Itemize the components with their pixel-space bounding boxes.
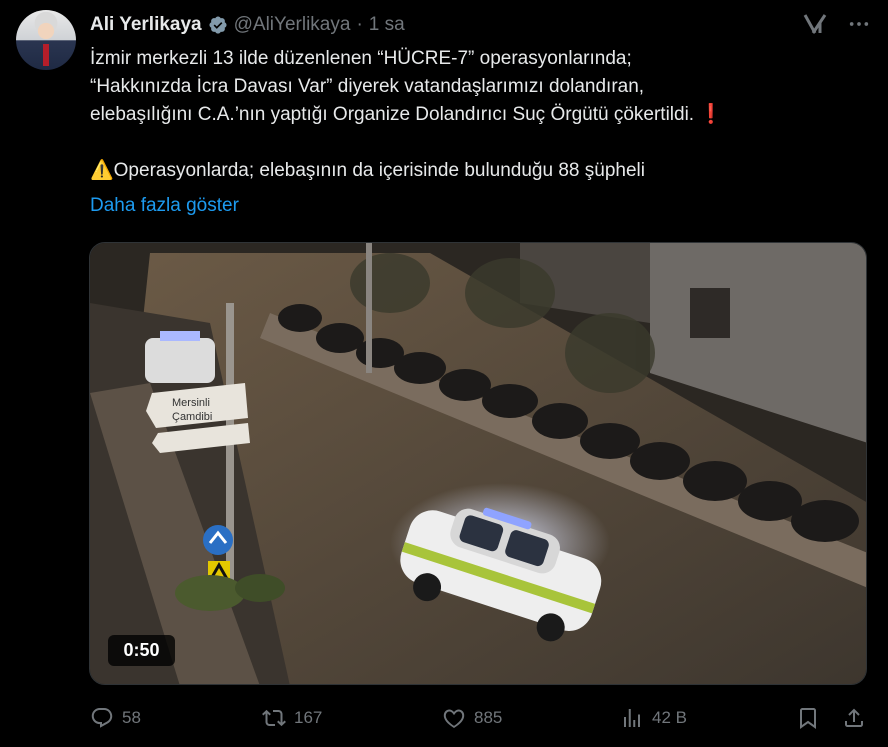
reply-button[interactable]: 58 — [90, 706, 141, 730]
views-count: 42 B — [652, 708, 687, 727]
repost-icon — [262, 709, 286, 727]
show-more-link[interactable]: Daha fazla göster — [90, 195, 239, 217]
tweet-line: elebaşılığını C.A.’nın yaptığı Organize … — [90, 104, 724, 125]
tweet-line: İzmir merkezli 13 ilde düzenlenen “HÜCRE… — [90, 48, 632, 69]
top-actions — [802, 12, 870, 36]
share-button[interactable] — [842, 706, 866, 730]
tweet-header: Ali Yerlikaya @AliYerlikaya · 1 sa — [90, 12, 405, 38]
views-icon — [624, 709, 640, 727]
share-icon — [845, 708, 863, 727]
author-handle[interactable]: @AliYerlikaya — [234, 14, 351, 36]
like-count: 885 — [474, 708, 503, 727]
more-options-icon[interactable] — [848, 13, 870, 35]
reply-count: 58 — [122, 708, 141, 727]
bookmark-icon — [800, 708, 816, 729]
grok-icon[interactable] — [802, 12, 828, 36]
like-icon — [443, 709, 465, 729]
tweet-text: İzmir merkezli 13 ilde düzenlenen “HÜCRE… — [90, 45, 860, 185]
avatar[interactable] — [16, 10, 76, 70]
reply-icon — [91, 708, 113, 728]
video-player[interactable]: Mersinli Çamdibi — [89, 242, 867, 685]
timestamp[interactable]: 1 sa — [369, 14, 405, 36]
author-name[interactable]: Ali Yerlikaya — [90, 14, 202, 36]
verified-badge-icon — [209, 16, 227, 34]
repost-count: 167 — [294, 708, 323, 727]
tweet-line: ⚠️Operasyonlarda; elebaşının da içerisin… — [90, 160, 645, 181]
repost-button[interactable]: 167 — [262, 706, 322, 730]
sign-text-2: Çamdibi — [172, 411, 212, 423]
tweet-line: “Hakkınızda İcra Davası Var” diyerek vat… — [90, 76, 645, 97]
views-button[interactable]: 42 B — [620, 706, 687, 730]
action-bar: 58 167 885 42 B — [90, 706, 868, 732]
video-duration: 0:50 — [108, 635, 175, 666]
bookmark-button[interactable] — [796, 706, 820, 730]
sign-text-1: Mersinli — [172, 397, 210, 409]
video-frame: Mersinli Çamdibi — [90, 243, 866, 684]
separator-dot: · — [356, 14, 363, 35]
like-button[interactable]: 885 — [442, 706, 502, 730]
